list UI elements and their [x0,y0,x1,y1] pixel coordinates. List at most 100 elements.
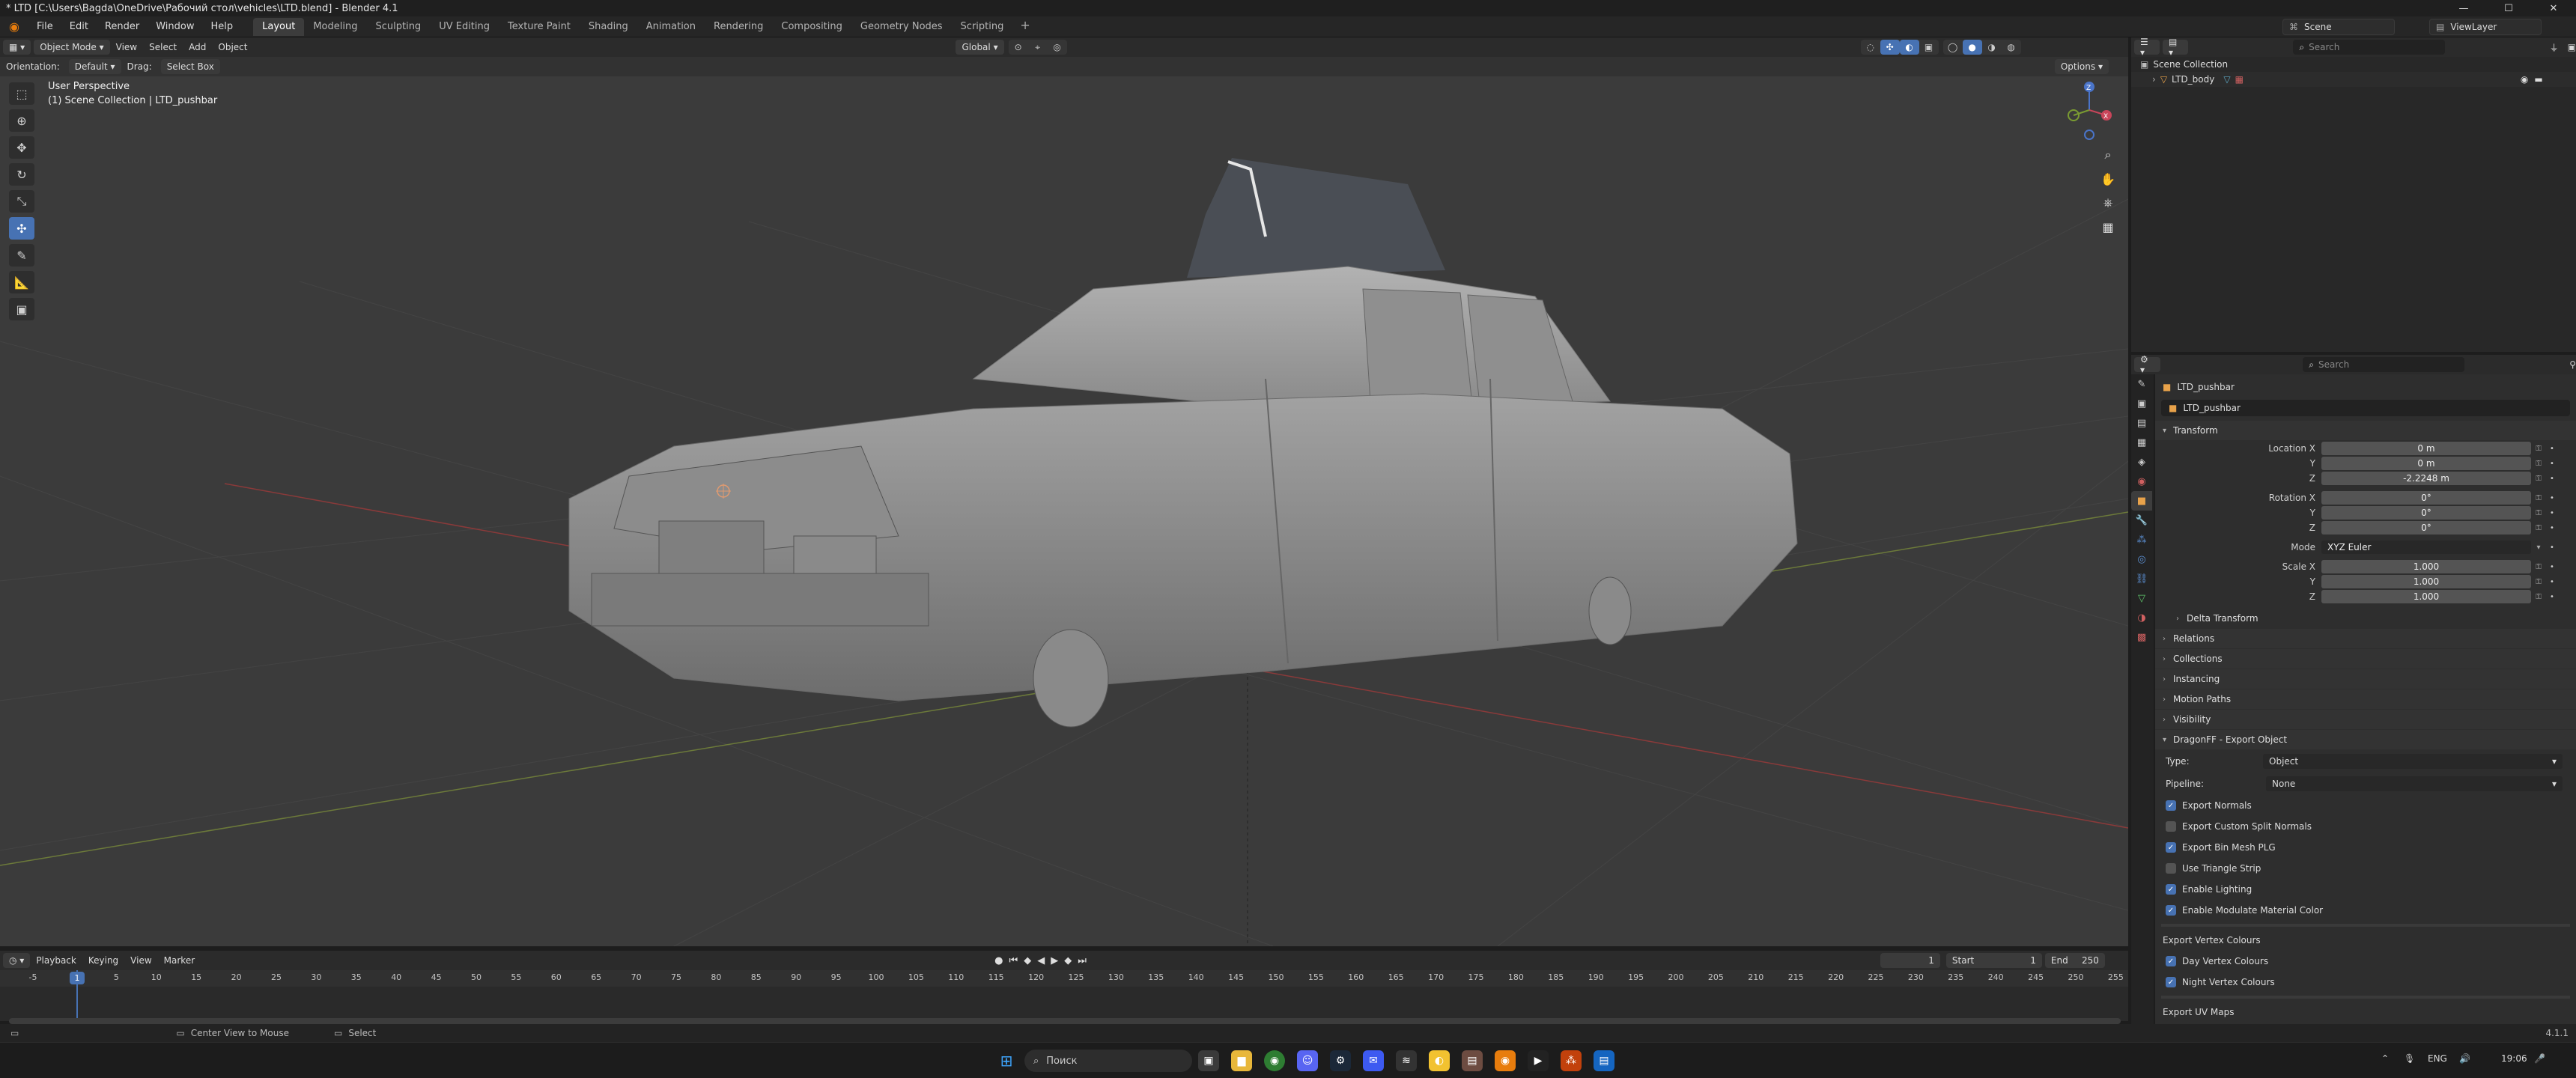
drag-dropdown[interactable]: Select Box [160,59,220,74]
object-name-field[interactable]: ■ LTD_pushbar [2161,400,2570,416]
material-tab-icon[interactable]: ◑ [2131,608,2152,627]
end-frame-field[interactable]: End 250 [2044,953,2105,968]
view-menu[interactable]: View [110,42,143,52]
menu-edit[interactable]: Edit [61,16,97,37]
rotation-y-field[interactable]: 0° [2321,506,2531,520]
physics-tab-icon[interactable]: ◎ [2131,549,2152,569]
delta-transform-panel[interactable]: › Delta Transform [2155,609,2576,628]
visibility-panel[interactable]: › Visibility [2155,710,2576,729]
marker-menu[interactable]: Marker [158,955,201,966]
filter-icon[interactable]: ⏚ [2550,41,2559,54]
pin-icon[interactable]: ⚲ [2569,359,2576,370]
frame-ruler[interactable]: -5 5 10 15 20 25 30 35 40 45 50 55 60 65 70 75 80 85 90 95 1… [0,970,2128,987]
outliner-item[interactable]: › ▽ LTD_body ▽ ▦ ◉ ▬ [2131,72,2576,87]
tab-geometry-nodes[interactable]: Geometry Nodes [851,18,952,36]
windows-start-icon[interactable]: ⊞ [996,1050,1017,1071]
snap-icon[interactable]: ⌖ [1028,40,1048,55]
keyframe-dot-icon[interactable]: • [2546,593,2558,601]
minimize-button[interactable]: — [2441,0,2486,16]
move-tool-icon[interactable]: ✥ [9,136,34,159]
checkbox-checked-icon[interactable]: ✓ [2166,905,2176,916]
rotation-mode-dropdown[interactable]: XYZ Euler [2321,540,2531,554]
transform-tool-icon[interactable]: ✣ [9,217,34,240]
lock-icon[interactable]: ⚿ [2531,509,2546,517]
close-button[interactable]: ✕ [2531,0,2576,16]
discord-icon[interactable]: ☺ [1297,1050,1318,1071]
keyframe-dot-icon[interactable]: • [2546,524,2558,532]
archive-icon[interactable]: ▤ [1462,1050,1483,1071]
scene-selector[interactable]: ⌘ Scene [2282,19,2395,35]
night-vertex-colours-checkbox[interactable]: ✓ Night Vertex Colours [2155,972,2576,993]
keyframe-dot-icon[interactable]: • [2546,460,2558,468]
select-tool-icon[interactable]: ⬚ [9,82,34,105]
jump-end-icon[interactable]: ⏭ [1078,955,1087,966]
zoom-icon[interactable]: ⌕ [2098,145,2118,165]
relations-panel[interactable]: › Relations [2155,629,2576,648]
gizmo-neg-z-axis[interactable] [2084,130,2094,140]
dragonff-panel-header[interactable]: ▾ DragonFF - Export Object [2155,730,2576,749]
constraints-tab-icon[interactable]: ⛓ [2131,569,2152,588]
view-layer-selector[interactable]: ▤ ViewLayer [2429,19,2542,35]
timeline-area[interactable]: -5 5 10 15 20 25 30 35 40 45 50 55 60 65 70 75 80 85 90 95 1… [0,970,2128,1024]
tab-shading[interactable]: Shading [580,18,637,36]
scale-x-field[interactable]: 1.000 [2321,560,2531,573]
collections-panel[interactable]: › Collections [2155,649,2576,669]
timeline-editor-type[interactable]: ◷ ▾ [3,953,31,968]
lock-icon[interactable]: ⚿ [2531,494,2546,502]
volume-icon[interactable]: 🔊 [2459,1053,2470,1064]
render-camera-icon[interactable]: ▬ [2534,74,2542,85]
tab-animation[interactable]: Animation [637,18,705,36]
mode-dropdown[interactable]: Object Mode ▾ [34,40,110,55]
transform-orientation-dropdown[interactable]: Global ▾ [956,40,1004,55]
microphone-icon[interactable]: 🎙 [2404,1053,2415,1064]
menu-window[interactable]: Window [148,16,202,37]
location-z-field[interactable]: -2.2248 m [2321,472,2531,485]
play-reverse-icon[interactable]: ◀ [1037,955,1045,966]
keyframe-dot-icon[interactable]: • [2546,578,2558,586]
tab-sculpting[interactable]: Sculpting [366,18,430,36]
checkbox-checked-icon[interactable]: ✓ [2166,884,2176,895]
select-menu[interactable]: Select [143,42,183,52]
menu-help[interactable]: Help [203,16,242,37]
task-view-icon[interactable]: ▣ [1198,1050,1219,1071]
app-dots-icon[interactable]: ⁂ [1561,1050,1582,1071]
gizmo-toggle-icon[interactable]: ✣ [1880,40,1900,55]
tray-chevron-up-icon[interactable]: ⌃ [2381,1053,2389,1064]
export-custom-split-normals-checkbox[interactable]: Export Custom Split Normals [2155,816,2576,837]
visibility-eye-icon[interactable]: ◉ [2521,74,2528,85]
triangle-strip-checkbox[interactable]: Use Triangle Strip [2155,858,2576,879]
expand-chevron-icon[interactable]: › [2152,74,2156,85]
blender-taskbar-icon[interactable]: ◉ [1495,1050,1516,1071]
camera-view-icon[interactable]: ⎈ [2098,193,2118,213]
location-y-field[interactable]: 0 m [2321,457,2531,470]
modifier-tab-icon[interactable]: 🔧 [2131,511,2152,530]
overlay-toggle-icon[interactable]: ◐ [1899,40,1919,55]
lock-icon[interactable]: ⚿ [2531,578,2546,586]
measure-tool-icon[interactable]: 📐 [9,271,34,293]
particles-tab-icon[interactable]: ⁂ [2131,530,2152,549]
output-tab-icon[interactable]: ▤ [2131,413,2152,433]
display-mode-dropdown[interactable]: ▤ ▾ [2162,37,2189,58]
location-x-field[interactable]: 0 m [2321,442,2531,455]
messenger-icon[interactable]: ✉ [1363,1050,1384,1071]
xray-icon[interactable]: ▣ [1919,40,1939,55]
pan-hand-icon[interactable]: ✋ [2098,169,2118,189]
mic-tray-icon[interactable]: 🎤 [2534,1053,2545,1064]
data-tab-icon[interactable]: ▽ [2131,588,2152,608]
instancing-panel[interactable]: › Instancing [2155,669,2576,689]
scale-z-field[interactable]: 1.000 [2321,590,2531,603]
keyframe-dot-icon[interactable]: • [2546,563,2558,571]
view-layer-tab-icon[interactable]: ▦ [2131,433,2152,452]
rendered-shading-icon[interactable]: ◍ [2002,40,2021,55]
day-vertex-colours-checkbox[interactable]: ✓ Day Vertex Colours [2155,951,2576,972]
new-collection-icon[interactable]: ▣ [2568,42,2576,52]
jump-start-icon[interactable]: ⏮ [1009,955,1018,966]
add-workspace-button[interactable]: + [1012,18,1037,36]
file-explorer-icon[interactable]: ▆ [1231,1050,1252,1071]
checkbox-checked-icon[interactable]: ✓ [2166,800,2176,811]
notepad-icon[interactable]: ▤ [1594,1050,1614,1071]
keyframe-dot-icon[interactable]: • [2546,445,2558,453]
transform-panel-header[interactable]: ▾ Transform [2155,421,2576,440]
scene-tab-icon[interactable]: ◈ [2131,452,2152,472]
tab-layout[interactable]: Layout [253,17,305,36]
